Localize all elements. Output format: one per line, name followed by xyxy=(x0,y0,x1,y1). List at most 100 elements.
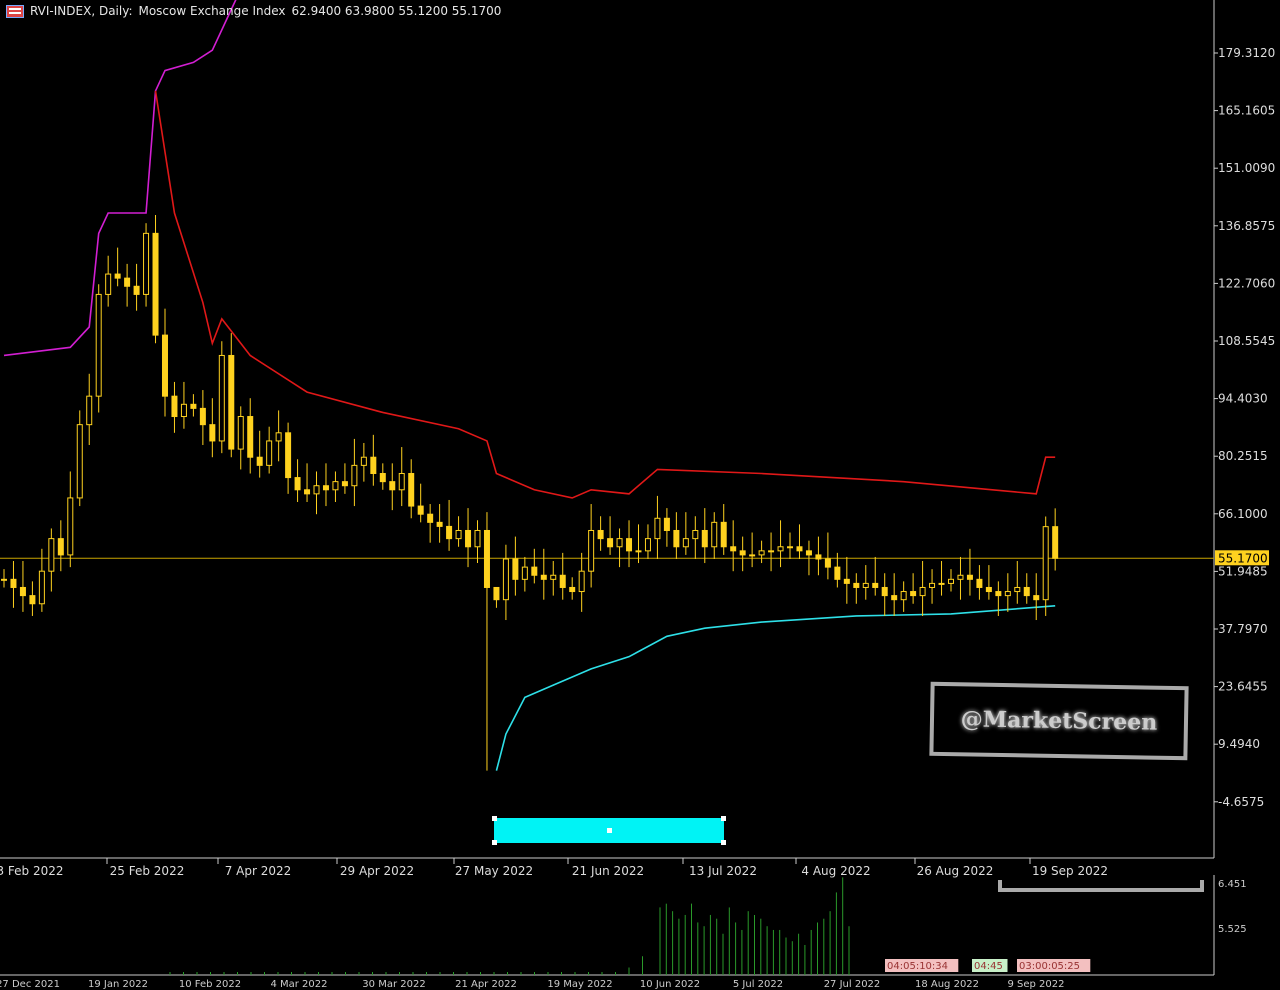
candle xyxy=(322,463,329,507)
candle-body xyxy=(966,574,973,580)
candle-body xyxy=(143,232,150,295)
candle-body xyxy=(266,440,273,466)
candle xyxy=(408,459,415,519)
candle xyxy=(1052,508,1059,571)
candle xyxy=(19,561,26,612)
upper-band-line xyxy=(3,0,237,357)
candle-body xyxy=(67,497,74,556)
candle xyxy=(474,520,481,564)
chart-title: RVI-INDEX, Daily: Moscow Exchange Index … xyxy=(6,4,501,18)
candle-body xyxy=(701,529,708,548)
candle-body xyxy=(805,550,812,556)
candle xyxy=(379,463,386,490)
date-tick-label: 26 Aug 2022 xyxy=(917,864,994,878)
candle xyxy=(540,548,547,600)
candle xyxy=(976,565,983,600)
watermark-frame-fragment xyxy=(998,880,1204,892)
candle xyxy=(341,463,348,494)
candle-body xyxy=(1033,595,1040,601)
candle-body xyxy=(190,403,197,409)
candle xyxy=(161,308,168,417)
candle xyxy=(67,471,74,568)
candle-body xyxy=(1042,526,1049,601)
candle-body xyxy=(228,354,235,450)
candle-body xyxy=(607,538,614,548)
candle-body xyxy=(540,574,547,580)
volume-date-label: 19 May 2022 xyxy=(547,979,612,990)
candle xyxy=(237,406,244,470)
candle-body xyxy=(76,424,83,499)
candle-body xyxy=(787,546,794,549)
candle xyxy=(900,581,907,612)
candle xyxy=(389,463,396,511)
volume-date-label: 5 Jul 2022 xyxy=(733,979,783,990)
candle xyxy=(285,422,292,494)
date-tick-label: 19 Sep 2022 xyxy=(1032,864,1108,878)
candle-body xyxy=(578,570,585,593)
date-tick-label: 3 Feb 2022 xyxy=(0,864,64,878)
candle xyxy=(29,581,36,616)
candle-body xyxy=(38,570,45,605)
candle xyxy=(1042,516,1049,616)
candle xyxy=(1023,573,1030,604)
candle-body xyxy=(635,550,642,553)
candle-body xyxy=(881,586,888,597)
candle xyxy=(872,556,879,596)
price-tick-label: 122.7060 xyxy=(1218,276,1275,290)
candle xyxy=(843,556,850,604)
date-tick-label: 29 Apr 2022 xyxy=(340,864,414,878)
candle xyxy=(143,223,150,307)
candle-body xyxy=(824,558,831,568)
volume-date-label: 10 Feb 2022 xyxy=(179,979,241,990)
time-tag-label: 03:00:05:25 xyxy=(1019,961,1080,972)
candle-body xyxy=(626,538,633,552)
candle xyxy=(427,504,434,543)
candle-body xyxy=(370,456,377,475)
symbol-label: RVI-INDEX, Daily: xyxy=(30,4,133,18)
candle-body xyxy=(976,578,983,588)
instrument-name: Moscow Exchange Index xyxy=(138,4,286,18)
candle xyxy=(673,512,680,559)
candle-body xyxy=(417,505,424,515)
candle xyxy=(57,520,64,572)
selected-object-handle[interactable] xyxy=(492,816,726,845)
candle xyxy=(10,561,17,608)
candle xyxy=(228,333,235,458)
candle-body xyxy=(1,578,7,581)
candle-body xyxy=(332,481,339,491)
candle-body xyxy=(985,586,992,593)
date-tick-label: 25 Feb 2022 xyxy=(110,864,185,878)
candle xyxy=(682,512,689,555)
candle-body xyxy=(455,529,462,540)
candle-body xyxy=(446,525,453,540)
candle-body xyxy=(256,456,263,466)
candle-body xyxy=(341,481,348,487)
candle xyxy=(76,410,83,507)
candle-body xyxy=(948,578,954,584)
candle xyxy=(929,569,936,604)
candle-body xyxy=(275,432,282,442)
candle xyxy=(966,548,973,596)
candle xyxy=(105,255,112,307)
candle-body xyxy=(10,578,17,588)
candle xyxy=(910,573,917,604)
candle xyxy=(1004,573,1011,612)
candle xyxy=(559,552,566,600)
candle-body xyxy=(161,334,168,397)
date-tick-label: 27 May 2022 xyxy=(455,864,533,878)
candle xyxy=(1014,561,1021,604)
candle xyxy=(739,536,746,572)
candle-body xyxy=(550,574,557,580)
candle-body xyxy=(379,473,386,483)
price-tick-label: 66.1000 xyxy=(1218,507,1268,521)
candle-body xyxy=(408,473,415,507)
volume-date-label: 21 Apr 2022 xyxy=(455,979,517,990)
candle-body xyxy=(86,395,93,426)
candle-body xyxy=(57,538,64,556)
price-tick-label: 136.8575 xyxy=(1218,219,1275,233)
candle xyxy=(531,548,538,584)
candle-body xyxy=(853,582,860,588)
price-tick-label: 151.0090 xyxy=(1218,161,1275,175)
price-tick-label: 37.7970 xyxy=(1218,622,1268,636)
candle xyxy=(133,263,140,311)
